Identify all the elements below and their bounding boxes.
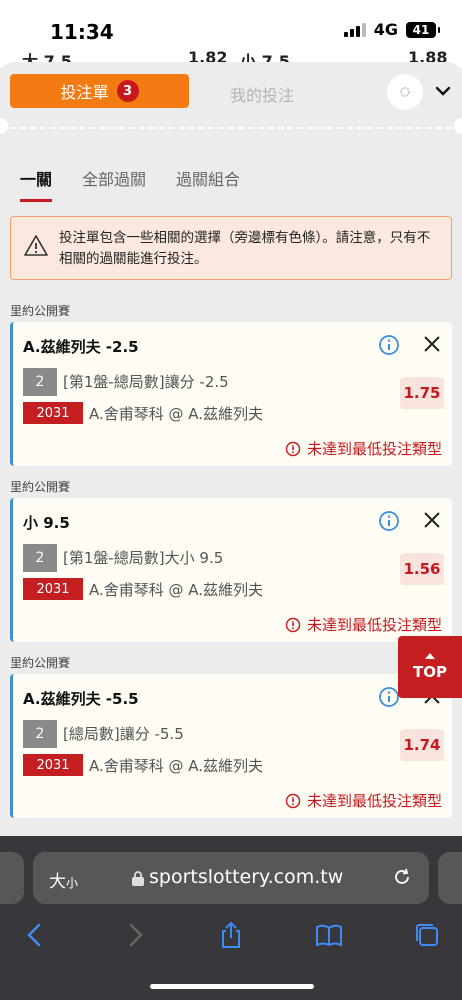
status-time: 11:34 <box>50 20 114 44</box>
ticket-notch-right <box>454 118 462 134</box>
lock-icon <box>132 871 144 886</box>
tab-bet-slip[interactable]: 投注單 3 <box>10 74 189 108</box>
bet-number-badge: 2 <box>23 720 57 748</box>
close-icon[interactable] <box>422 334 442 354</box>
text-size-small: 小 <box>66 876 79 890</box>
tabs-icon <box>416 924 438 946</box>
error-message: 未達到最低投注類型 <box>285 614 442 635</box>
selection-title: A.茲維列夫 -2.5 <box>23 338 139 356</box>
error-message: 未達到最低投注類型 <box>285 790 442 811</box>
match-label: A.舍甫琴科 @ A.茲維列夫 <box>89 405 264 423</box>
previous-tab-preview[interactable] <box>0 852 24 904</box>
home-indicator[interactable] <box>150 984 314 989</box>
bookmarks-button[interactable] <box>314 920 344 950</box>
tab-all-parlay[interactable]: 全部過關 <box>82 166 146 190</box>
league-label: 里約公開賽 <box>10 304 71 318</box>
league-label: 里約公開賽 <box>10 656 71 670</box>
bet-card: A.茲維列夫 -5.5 2 [總局數]讓分 -5.5 2031 A.舍甫琴科 @… <box>10 674 452 818</box>
forward-button[interactable] <box>120 920 150 950</box>
match-label: A.舍甫琴科 @ A.茲維列夫 <box>89 581 264 599</box>
tab-parlay-combo[interactable]: 過關組合 <box>176 166 240 190</box>
tab-single[interactable]: 一關 <box>20 166 53 202</box>
bet-card: A.茲維列夫 -2.5 2 [第1盤-總局數]讓分 -2.5 2031 A.舍甫… <box>10 322 452 466</box>
network-label: 4G <box>373 20 398 39</box>
bet-card: 小 9.5 2 [第1盤-總局數]大小 9.5 2031 A.舍甫琴科 @ A.… <box>10 498 452 642</box>
warning-icon <box>24 235 48 256</box>
browser-toolbar: 大小 sportslottery.com.tw <box>0 836 462 1000</box>
bet-type-tabs: 一關 全部過關 過關組合 <box>20 166 270 202</box>
url-text: sportslottery.com.tw <box>149 866 344 888</box>
status-indicators: 4G 41 <box>343 20 440 39</box>
share-icon <box>222 921 240 948</box>
next-tab-preview[interactable] <box>438 852 462 904</box>
odds-value: 1.74 <box>400 729 444 761</box>
address-bar[interactable]: 大小 sportslottery.com.tw <box>33 852 429 904</box>
reload-icon[interactable] <box>391 866 413 888</box>
market-label: [第1盤-總局數]讓分 -2.5 <box>63 373 229 391</box>
match-code-badge: 2031 <box>23 578 83 600</box>
match-code-badge: 2031 <box>23 754 83 776</box>
bet-slip-header: 投注單 3 我的投注 <box>0 62 462 128</box>
chevron-down-icon <box>435 86 451 96</box>
market-label: [第1盤-總局數]大小 9.5 <box>63 549 224 567</box>
info-icon[interactable] <box>378 686 400 708</box>
signal-icon <box>343 22 366 37</box>
alert-circle-icon <box>285 441 301 456</box>
gear-icon <box>400 87 410 97</box>
odds-value: 1.75 <box>400 377 444 409</box>
error-message: 未達到最低投注類型 <box>285 438 442 459</box>
alert-circle-icon <box>285 793 301 808</box>
top-label: TOP <box>413 663 447 681</box>
chevron-left-icon <box>27 923 41 947</box>
share-button[interactable] <box>216 920 246 950</box>
browser-nav-row <box>0 916 462 956</box>
close-icon[interactable] <box>422 510 442 530</box>
info-icon[interactable] <box>378 510 400 532</box>
tab-my-bets[interactable]: 我的投注 <box>230 82 294 106</box>
arrow-up-icon <box>425 653 435 659</box>
bet-number-badge: 2 <box>23 368 57 396</box>
scroll-to-top-button[interactable]: TOP <box>398 636 462 698</box>
odds-value: 1.56 <box>400 553 444 585</box>
book-icon <box>316 924 342 947</box>
collapse-button[interactable] <box>432 80 454 102</box>
league-label: 里約公開賽 <box>10 480 71 494</box>
alert-circle-icon <box>285 617 301 632</box>
selection-title: A.茲維列夫 -5.5 <box>23 690 139 708</box>
chevron-right-icon <box>129 923 143 947</box>
warning-text: 投注單包含一些相關的選擇（旁邊標有色條）。請注意，只有不相關的過關能進行投注。 <box>59 230 431 267</box>
related-selection-warning: 投注單包含一些相關的選擇（旁邊標有色條）。請注意，只有不相關的過關能進行投注。 <box>10 216 452 280</box>
back-button[interactable] <box>20 920 50 950</box>
text-size-button[interactable]: 大小 <box>49 867 78 892</box>
tab-bet-slip-label: 投注單 <box>60 83 109 102</box>
error-text: 未達到最低投注類型 <box>306 616 442 634</box>
match-label: A.舍甫琴科 @ A.茲維列夫 <box>89 757 264 775</box>
match-code-badge: 2031 <box>23 402 83 424</box>
ticket-divider <box>0 127 462 129</box>
battery-icon: 41 <box>406 21 440 38</box>
bet-count-badge: 3 <box>116 80 139 102</box>
info-icon[interactable] <box>378 334 400 356</box>
text-size-large: 大 <box>49 872 66 892</box>
tabs-button[interactable] <box>412 920 442 950</box>
error-text: 未達到最低投注類型 <box>306 792 442 810</box>
bet-number-badge: 2 <box>23 544 57 572</box>
settings-button[interactable] <box>387 74 423 110</box>
error-text: 未達到最低投注類型 <box>306 440 442 458</box>
market-label: [總局數]讓分 -5.5 <box>63 725 184 743</box>
selection-title: 小 9.5 <box>23 514 70 532</box>
